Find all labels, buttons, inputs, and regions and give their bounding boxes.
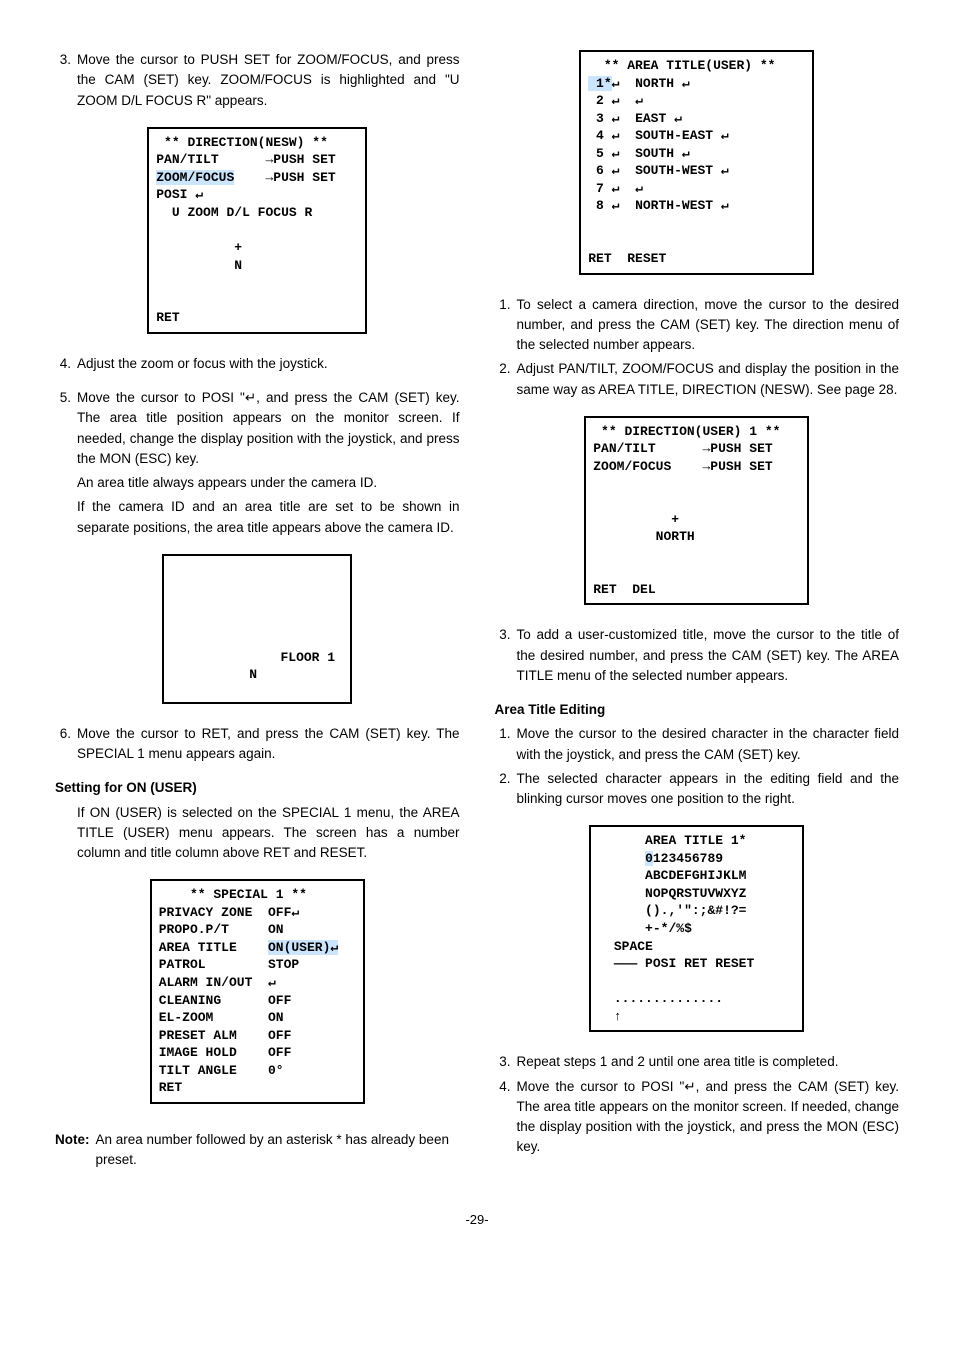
right-step-1: 1. To select a camera direction, move th… bbox=[495, 295, 900, 356]
menu-area-title-edit: AREA TITLE 1* 0123456789 ABCDEFGHIJKLM N… bbox=[589, 825, 804, 1032]
step-5: 5. Move the cursor to POSI "↵, and press… bbox=[55, 388, 460, 469]
note-text: An area number followed by an asterisk *… bbox=[96, 1130, 460, 1171]
on-user-description: If ON (USER) is selected on the SPECIAL … bbox=[77, 803, 460, 864]
step-number: 5. bbox=[55, 388, 77, 469]
step-text: Adjust the zoom or focus with the joysti… bbox=[77, 354, 460, 374]
step-5b: If the camera ID and an area title are s… bbox=[77, 497, 460, 538]
note-label: Note: bbox=[55, 1130, 96, 1171]
menu-floor: FLOOR 1 N bbox=[162, 554, 352, 704]
step-5a: An area title always appears under the c… bbox=[77, 473, 460, 493]
step-text: Move the cursor to POSI "↵, and press th… bbox=[517, 1077, 900, 1158]
menu-floor-wrapper: FLOOR 1 N bbox=[55, 554, 460, 704]
step-number: 4. bbox=[55, 354, 77, 374]
heading-on-user: Setting for ON (USER) bbox=[55, 778, 460, 798]
right-step-3: 3. To add a user-customized title, move … bbox=[495, 625, 900, 686]
menu-direction-nesw: ** DIRECTION(NESW) ** PAN/TILT →PUSH SET… bbox=[147, 127, 367, 334]
step-number: 2. bbox=[495, 359, 517, 400]
edit-step-3: 3. Repeat steps 1 and 2 until one area t… bbox=[495, 1052, 900, 1072]
edit-step-1: 1. Move the cursor to the desired charac… bbox=[495, 724, 900, 765]
step-text: The selected character appears in the ed… bbox=[517, 769, 900, 810]
step-number: 3. bbox=[495, 625, 517, 686]
left-column: 3. Move the cursor to PUSH SET for ZOOM/… bbox=[55, 50, 460, 1170]
step-3: 3. Move the cursor to PUSH SET for ZOOM/… bbox=[55, 50, 460, 111]
step-text: Move the cursor to the desired character… bbox=[517, 724, 900, 765]
step-text: Adjust PAN/TILT, ZOOM/FOCUS and display … bbox=[517, 359, 900, 400]
page-number: -29- bbox=[55, 1210, 899, 1230]
step-number: 3. bbox=[495, 1052, 517, 1072]
menu-area-title-edit-wrapper: AREA TITLE 1* 0123456789 ABCDEFGHIJKLM N… bbox=[495, 825, 900, 1032]
menu-direction-user: ** DIRECTION(USER) 1 ** PAN/TILT →PUSH S… bbox=[584, 416, 809, 605]
note: Note: An area number followed by an aste… bbox=[55, 1130, 460, 1171]
step-text: Repeat steps 1 and 2 until one area titl… bbox=[517, 1052, 900, 1072]
right-step-2: 2. Adjust PAN/TILT, ZOOM/FOCUS and displ… bbox=[495, 359, 900, 400]
step-6: 6. Move the cursor to RET, and press the… bbox=[55, 724, 460, 765]
step-text: To add a user-customized title, move the… bbox=[517, 625, 900, 686]
step-number: 4. bbox=[495, 1077, 517, 1158]
step-number: 1. bbox=[495, 724, 517, 765]
step-text: Move the cursor to RET, and press the CA… bbox=[77, 724, 460, 765]
step-number: 3. bbox=[55, 50, 77, 111]
step-4: 4. Adjust the zoom or focus with the joy… bbox=[55, 354, 460, 374]
menu-direction-user-wrapper: ** DIRECTION(USER) 1 ** PAN/TILT →PUSH S… bbox=[495, 416, 900, 605]
step-number: 6. bbox=[55, 724, 77, 765]
menu-special1: ** SPECIAL 1 ** PRIVACY ZONE OFF↵ PROPO.… bbox=[150, 879, 365, 1104]
menu-area-title-user: ** AREA TITLE(USER) ** 1*↵ NORTH ↵ 2 ↵ ↵… bbox=[579, 50, 814, 275]
step-text: Move the cursor to PUSH SET for ZOOM/FOC… bbox=[77, 50, 460, 111]
step-text: Move the cursor to POSI "↵, and press th… bbox=[77, 388, 460, 469]
step-text: To select a camera direction, move the c… bbox=[517, 295, 900, 356]
step-number: 1. bbox=[495, 295, 517, 356]
step-number: 2. bbox=[495, 769, 517, 810]
right-column: ** AREA TITLE(USER) ** 1*↵ NORTH ↵ 2 ↵ ↵… bbox=[495, 50, 900, 1170]
menu-direction-nesw-wrapper: ** DIRECTION(NESW) ** PAN/TILT →PUSH SET… bbox=[55, 127, 460, 334]
menu-special1-wrapper: ** SPECIAL 1 ** PRIVACY ZONE OFF↵ PROPO.… bbox=[55, 879, 460, 1104]
menu-area-title-user-wrapper: ** AREA TITLE(USER) ** 1*↵ NORTH ↵ 2 ↵ ↵… bbox=[495, 50, 900, 275]
edit-step-2: 2. The selected character appears in the… bbox=[495, 769, 900, 810]
heading-area-title-editing: Area Title Editing bbox=[495, 700, 900, 720]
edit-step-4: 4. Move the cursor to POSI "↵, and press… bbox=[495, 1077, 900, 1158]
